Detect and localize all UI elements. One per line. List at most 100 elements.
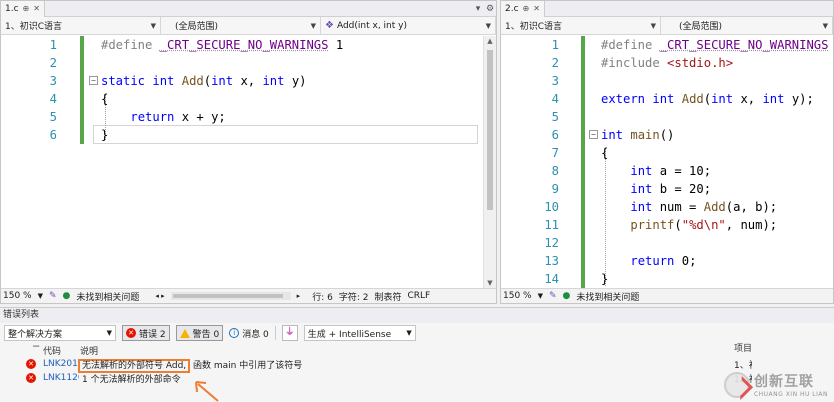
- chevron-down-icon: ▼: [106, 329, 112, 337]
- error-code: LNK1120: [43, 373, 79, 383]
- sort-icon[interactable]: ▔: [33, 346, 39, 355]
- code-line-11: printf("%d\n", num);: [630, 218, 778, 232]
- toolbar-separator: [274, 326, 276, 340]
- function-cube-icon: ❖: [325, 20, 334, 31]
- column-code[interactable]: 代码: [43, 344, 61, 357]
- chevron-down-icon: ▼: [485, 21, 491, 30]
- build-source-select[interactable]: 生成 + IntelliSense ▼: [303, 325, 416, 341]
- code-editor-2c[interactable]: 1 2 3 4 5 6 7 8 9 10 11 12 13 14 − #defi…: [501, 36, 833, 288]
- line-number: 13: [544, 254, 559, 268]
- char-indicator[interactable]: 字符: 2: [339, 290, 369, 303]
- error-description-rest: 函数 main 中引用了该符号: [190, 360, 303, 371]
- messages-filter-button[interactable]: i 消息 0: [229, 327, 269, 340]
- column-description[interactable]: 说明: [80, 344, 98, 357]
- scroll-thumb[interactable]: [487, 50, 493, 210]
- gear-icon[interactable]: ⚙: [484, 4, 496, 14]
- scroll-right-icon[interactable]: ▸: [297, 292, 301, 300]
- collapse-icon[interactable]: −: [89, 76, 98, 85]
- line-number: 9: [551, 182, 559, 196]
- code-line-4: extern int Add(int x, int y);: [601, 92, 814, 106]
- watermark-text: 创新互联 CHUANG XIN HU LIAN: [754, 371, 828, 398]
- scroll-down-icon[interactable]: ▼: [484, 279, 496, 287]
- warnings-filter-button[interactable]: 警告 0: [175, 325, 224, 341]
- build-source-value: 生成 + IntelliSense: [307, 329, 392, 340]
- line-number: 14: [544, 272, 559, 286]
- error-row[interactable]: ✕ LNK2019 无法解析的外部符号 Add, 函数 main 中引用了该符号…: [0, 357, 834, 373]
- info-icon: i: [229, 328, 240, 338]
- scope-label: (全局范围): [679, 22, 723, 32]
- tabs-indicator[interactable]: 制表符: [374, 290, 401, 303]
- code-line-6: int main(): [601, 128, 675, 142]
- tab-1c[interactable]: 1.c ⊕ ✕: [1, 0, 45, 17]
- error-code: LNK2019: [43, 359, 79, 369]
- line-number: 6: [551, 128, 559, 142]
- line-number: 3: [49, 74, 57, 88]
- navigation-bar: 1、初识C语言 ▼ (全局范围) ▼: [501, 17, 833, 35]
- pin-icon[interactable]: ⊕: [523, 4, 530, 13]
- chevron-down-icon: ▼: [650, 21, 656, 30]
- errors-count: 错误 2: [139, 329, 166, 340]
- nav-arrows-icon[interactable]: ◂ ▸: [155, 292, 164, 300]
- tab-label: 1.c: [5, 3, 19, 14]
- editor-status-bar: 150 % ▼ ✎ ● 未找到相关问题: [501, 288, 833, 303]
- close-icon[interactable]: ✕: [533, 4, 540, 13]
- line-number: 6: [49, 128, 57, 142]
- error-row[interactable]: ✕ LNK1120 1 个无法解析的外部命令 1、初识C语言: [0, 371, 834, 385]
- messages-count: 消息 0: [242, 329, 269, 340]
- code-line-8: int a = 10;: [630, 164, 712, 178]
- project-combo[interactable]: 1、初识C语言 ▼: [1, 17, 161, 34]
- code-editor-1c[interactable]: 1 2 3 4 5 6 − #define _CRT_SECURE_NO_WAR…: [1, 36, 496, 288]
- tab-bar: 1.c ⊕ ✕ ▾ ⚙: [1, 0, 496, 17]
- collapse-icon[interactable]: −: [589, 130, 598, 139]
- pin-icon[interactable]: ⊕: [23, 4, 30, 13]
- error-list-toolbar: 整个解决方案 ▼ ✕ 错误 2 警告 0 i 消息 0 ⏚ 生成 + Intel…: [0, 323, 834, 343]
- chevron-down-icon: ▼: [822, 21, 828, 30]
- project-combo[interactable]: 1、初识C语言 ▼: [501, 17, 661, 34]
- scroll-up-icon[interactable]: ▲: [484, 37, 496, 45]
- code-line-1: #define _CRT_SECURE_NO_WARNINGS: [601, 38, 829, 52]
- chevron-down-icon[interactable]: ▼: [38, 292, 43, 300]
- brush-icon[interactable]: ✎: [549, 291, 557, 301]
- horizontal-scrollbar[interactable]: [170, 292, 291, 300]
- chevron-down-icon[interactable]: ▼: [538, 292, 543, 300]
- error-list-panel: 错误列表 整个解决方案 ▼ ✕ 错误 2 警告 0 i 消息 0 ⏚ 生成 + …: [0, 307, 834, 402]
- scope-combo[interactable]: (全局范围) ▼: [661, 17, 833, 34]
- zoom-level[interactable]: 150 %: [3, 291, 32, 301]
- navigation-bar: 1、初识C语言 ▼ (全局范围) ▼ ❖ Add(int x, int y) ▼: [1, 17, 496, 35]
- close-icon[interactable]: ✕: [33, 4, 40, 13]
- error-icon: ✕: [26, 373, 36, 383]
- filter-icon[interactable]: ⏚: [281, 325, 298, 341]
- annotation-arrow-icon: [195, 381, 219, 402]
- editor-pane-2c: 2.c ⊕ ✕ 1、初识C语言 ▼ (全局范围) ▼ 1 2 3 4 5 6 7…: [500, 0, 834, 304]
- line-number: 11: [544, 218, 559, 232]
- eol-indicator[interactable]: CRLF: [407, 291, 430, 301]
- function-combo[interactable]: ❖ Add(int x, int y) ▼: [321, 17, 496, 34]
- errors-filter-button[interactable]: ✕ 错误 2: [122, 325, 170, 341]
- line-number: 10: [544, 200, 559, 214]
- code-line-5: return x + y;: [130, 110, 226, 124]
- code-line-14: }: [601, 272, 609, 286]
- project-label: 1、初识C语言: [5, 22, 63, 32]
- warning-icon: [179, 328, 190, 338]
- code-line-6: }: [101, 128, 109, 142]
- dropdown-icon[interactable]: ▾: [472, 4, 484, 14]
- code-line-2: #include <stdio.h>: [601, 56, 734, 70]
- error-list-header: ▔ 代码 说明 项目: [0, 343, 834, 357]
- code-line-10: int num = Add(a, b);: [630, 200, 778, 214]
- brush-icon[interactable]: ✎: [49, 291, 57, 301]
- line-number: 8: [551, 164, 559, 178]
- brand-logo-icon: [723, 371, 750, 398]
- tab-2c[interactable]: 2.c ⊕ ✕: [501, 0, 545, 17]
- watermark-name: 创新互联: [753, 374, 814, 390]
- scroll-thumb[interactable]: [172, 294, 283, 298]
- code-line-9: int b = 20;: [630, 182, 712, 196]
- vertical-scrollbar[interactable]: ▲ ▼: [483, 36, 496, 288]
- tab-label: 2.c: [505, 3, 519, 14]
- zoom-level[interactable]: 150 %: [503, 291, 532, 301]
- error-icon: ✕: [126, 328, 136, 338]
- error-icon: ✕: [26, 359, 36, 369]
- scope-select[interactable]: 整个解决方案 ▼: [4, 325, 116, 341]
- column-project[interactable]: 项目: [734, 341, 752, 354]
- scope-combo[interactable]: (全局范围) ▼: [161, 17, 321, 34]
- line-indicator[interactable]: 行: 6: [312, 290, 333, 303]
